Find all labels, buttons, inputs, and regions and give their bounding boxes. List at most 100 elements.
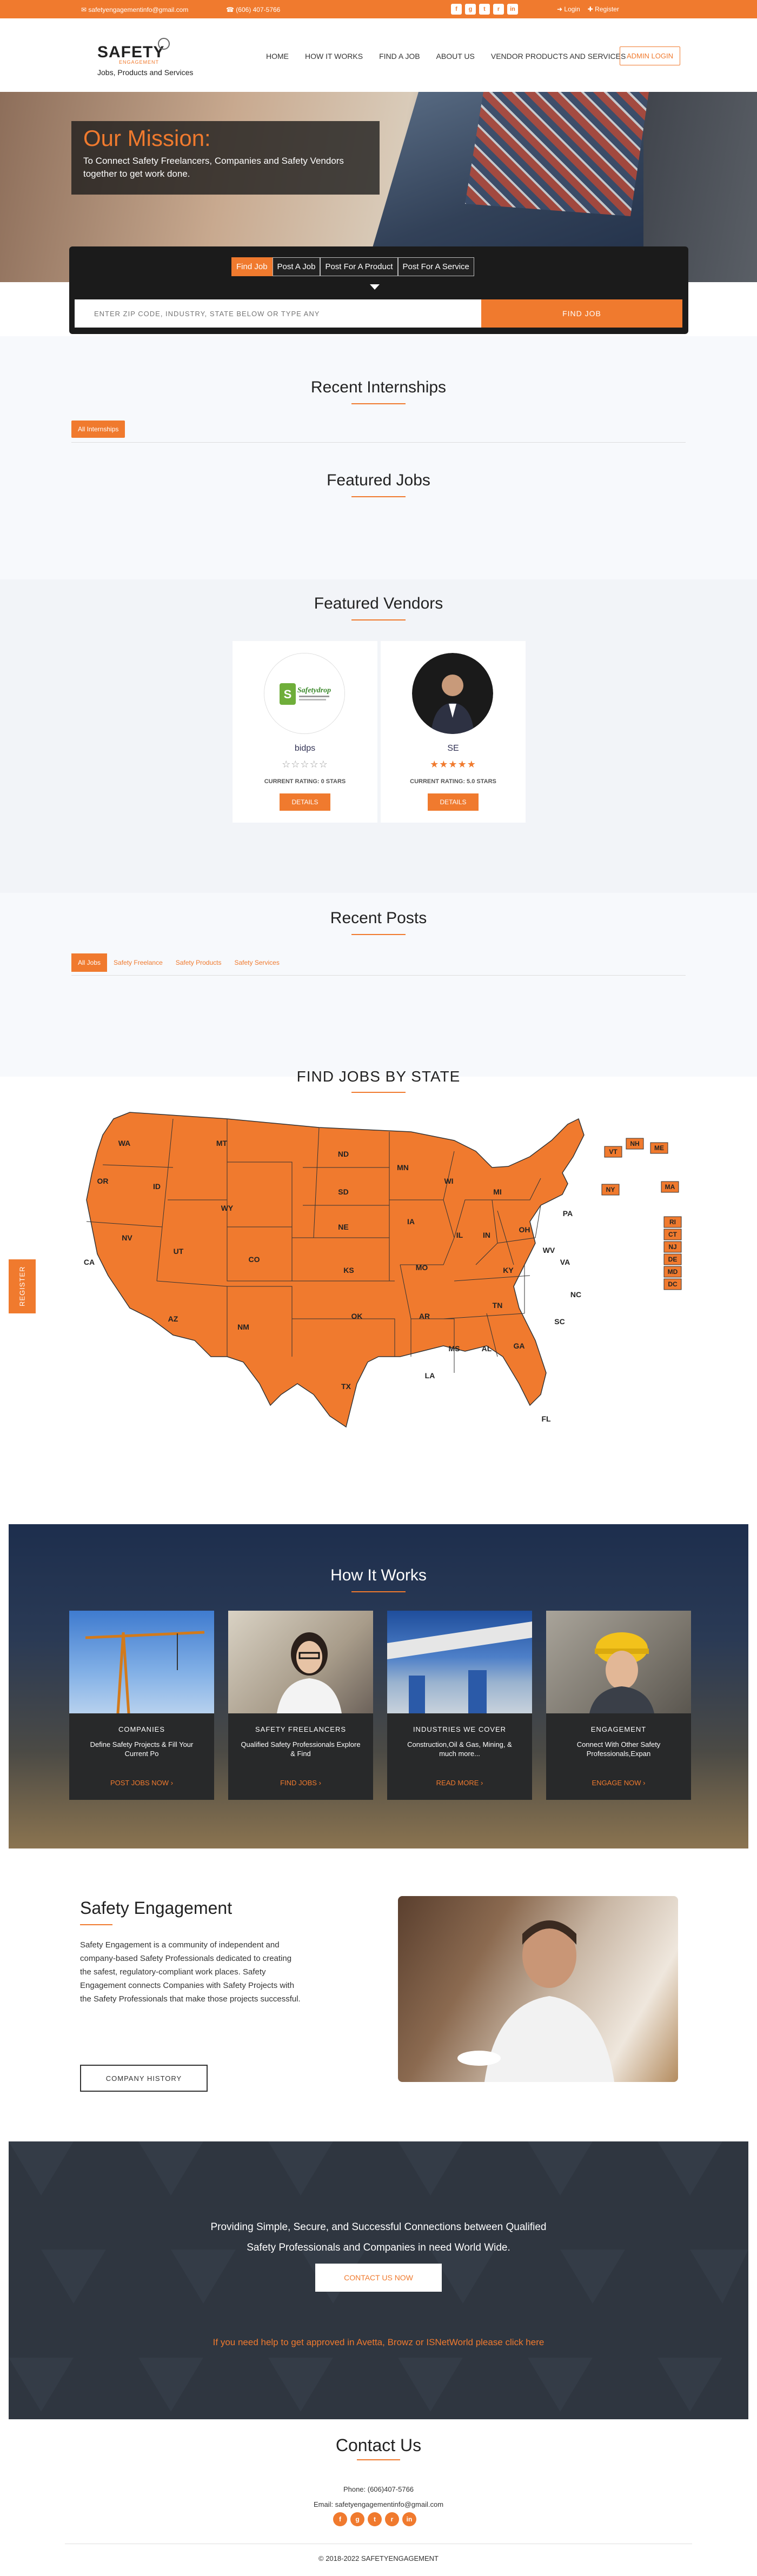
nav-about-us[interactable]: ABOUT US [436, 52, 475, 61]
state-label-wi[interactable]: WI [444, 1177, 453, 1185]
linkedin-icon[interactable]: in [402, 2512, 416, 2526]
vendor-name[interactable]: bidps [233, 744, 377, 753]
state-label-nm[interactable]: NM [237, 1323, 249, 1331]
how-it-works-section: How It Works COMPANIES Define Safety Pro… [9, 1524, 748, 1848]
vendor-details-button[interactable]: DETAILS [428, 793, 479, 811]
state-label-wv[interactable]: WV [543, 1246, 555, 1254]
state-label-ma[interactable]: MA [665, 1183, 675, 1191]
vendor-logo[interactable]: S Safetydrop [264, 653, 345, 734]
state-label-ut[interactable]: UT [174, 1247, 184, 1256]
state-label-mn[interactable]: MN [397, 1163, 409, 1172]
state-label-ks[interactable]: KS [343, 1266, 354, 1274]
google-plus-icon[interactable]: g [350, 2512, 364, 2526]
rss-icon[interactable]: r [493, 4, 504, 15]
state-label-ok[interactable]: OK [351, 1312, 363, 1320]
post-jobs-now-link[interactable]: POST JOBS NOW › [69, 1779, 214, 1787]
state-label-wy[interactable]: WY [221, 1204, 234, 1212]
topbar-email[interactable]: ✉ safetyengagementinfo@gmail.com [81, 6, 188, 14]
state-label-dc[interactable]: DC [668, 1280, 678, 1288]
nav-how-it-works[interactable]: HOW IT WORKS [305, 52, 363, 61]
state-label-md[interactable]: MD [668, 1268, 678, 1276]
state-label-sd[interactable]: SD [338, 1187, 348, 1196]
state-label-nh[interactable]: NH [630, 1140, 639, 1147]
state-label-ri[interactable]: RI [669, 1218, 676, 1226]
twitter-icon[interactable]: t [368, 2512, 382, 2526]
tab-safety-products[interactable]: Safety Products [169, 953, 228, 972]
state-label-nj[interactable]: NJ [668, 1243, 676, 1251]
state-label-wa[interactable]: WA [118, 1139, 131, 1147]
state-label-ky[interactable]: KY [503, 1266, 514, 1274]
contact-email[interactable]: Email: safetyengagementinfo@gmail.com [0, 2497, 757, 2512]
state-label-ar[interactable]: AR [419, 1312, 430, 1320]
state-label-tn[interactable]: TN [493, 1301, 503, 1310]
nav-find-a-job[interactable]: FIND A JOB [379, 52, 420, 61]
facebook-icon[interactable]: f [451, 4, 462, 15]
featured-jobs-underline [351, 496, 406, 497]
mission-text: To Connect Safety Freelancers, Companies… [83, 156, 344, 179]
vendor-logo[interactable] [412, 653, 493, 734]
state-label-la[interactable]: LA [425, 1371, 435, 1380]
all-internships-button[interactable]: All Internships [71, 421, 125, 438]
state-label-nc[interactable]: NC [570, 1290, 581, 1299]
internships-underline [351, 403, 406, 404]
read-more-link[interactable]: READ MORE › [387, 1779, 532, 1787]
search-input[interactable] [75, 299, 481, 328]
login-link[interactable]: ➜ Login [557, 5, 580, 13]
admin-login-button[interactable]: ADMIN LOGIN [620, 46, 680, 65]
state-label-sc[interactable]: SC [554, 1317, 565, 1326]
nav-home[interactable]: HOME [266, 52, 289, 61]
state-label-me[interactable]: ME [654, 1144, 664, 1152]
state-label-or[interactable]: OR [97, 1177, 109, 1185]
linkedin-icon[interactable]: in [507, 4, 518, 15]
find-jobs-link[interactable]: FIND JOBS › [228, 1779, 373, 1787]
state-label-id[interactable]: ID [153, 1182, 161, 1191]
state-label-al[interactable]: AL [482, 1344, 492, 1353]
vendor-details-button[interactable]: DETAILS [280, 793, 330, 811]
state-label-fl[interactable]: FL [541, 1414, 551, 1423]
state-label-ga[interactable]: GA [514, 1342, 525, 1350]
state-label-co[interactable]: CO [249, 1255, 260, 1264]
state-label-ms[interactable]: MS [449, 1344, 460, 1353]
state-label-pa[interactable]: PA [563, 1209, 573, 1218]
company-history-button[interactable]: COMPANY HISTORY [80, 2065, 208, 2092]
register-link[interactable]: ✚ Register [588, 5, 619, 13]
state-label-nv[interactable]: NV [122, 1233, 132, 1242]
tab-post-for-a-service[interactable]: Post For A Service [397, 257, 474, 276]
twitter-icon[interactable]: t [479, 4, 490, 15]
state-label-tx[interactable]: TX [341, 1382, 351, 1391]
tab-post-for-a-product[interactable]: Post For A Product [320, 257, 398, 276]
state-label-il[interactable]: IL [456, 1231, 463, 1239]
site-logo[interactable]: SAFETY ENGAGEMENT Jobs, Products and Ser… [97, 38, 193, 77]
hiw-card-heading: INDUSTRIES WE COVER [413, 1725, 507, 1733]
state-label-ca[interactable]: CA [84, 1258, 95, 1266]
engage-now-link[interactable]: ENGAGE NOW › [546, 1779, 691, 1787]
rss-icon[interactable]: r [385, 2512, 399, 2526]
state-label-ny[interactable]: NY [606, 1186, 615, 1193]
tab-post-a-job[interactable]: Post A Job [272, 257, 321, 276]
register-side-tab[interactable]: REGISTER [9, 1259, 36, 1313]
nav-vendor-products[interactable]: VENDOR PRODUCTS AND SERVICES [491, 52, 626, 61]
tab-safety-freelance[interactable]: Safety Freelance [107, 953, 169, 972]
find-job-button[interactable]: FIND JOB [481, 299, 682, 328]
state-label-oh[interactable]: OH [519, 1225, 530, 1234]
state-label-vt[interactable]: VT [609, 1148, 617, 1156]
state-label-ia[interactable]: IA [407, 1217, 415, 1226]
state-label-in[interactable]: IN [483, 1231, 490, 1239]
contact-us-now-button[interactable]: CONTACT US NOW [315, 2264, 442, 2292]
state-label-va[interactable]: VA [560, 1258, 570, 1266]
state-label-ct[interactable]: CT [668, 1231, 678, 1238]
tab-safety-services[interactable]: Safety Services [228, 953, 285, 972]
state-label-nd[interactable]: ND [338, 1150, 349, 1158]
approval-help-link[interactable]: If you need help to get approved in Avet… [9, 2337, 748, 2348]
tab-find-job[interactable]: Find Job [231, 257, 273, 276]
state-label-mt[interactable]: MT [216, 1139, 228, 1147]
google-plus-icon[interactable]: g [465, 4, 476, 15]
vendor-name[interactable]: SE [381, 744, 526, 753]
state-label-mo[interactable]: MO [416, 1263, 428, 1272]
state-label-ne[interactable]: NE [338, 1223, 348, 1231]
state-label-de[interactable]: DE [668, 1256, 678, 1263]
tab-all-jobs[interactable]: All Jobs [71, 953, 108, 972]
facebook-icon[interactable]: f [333, 2512, 347, 2526]
state-label-az[interactable]: AZ [168, 1314, 178, 1323]
state-label-mi[interactable]: MI [493, 1187, 502, 1196]
